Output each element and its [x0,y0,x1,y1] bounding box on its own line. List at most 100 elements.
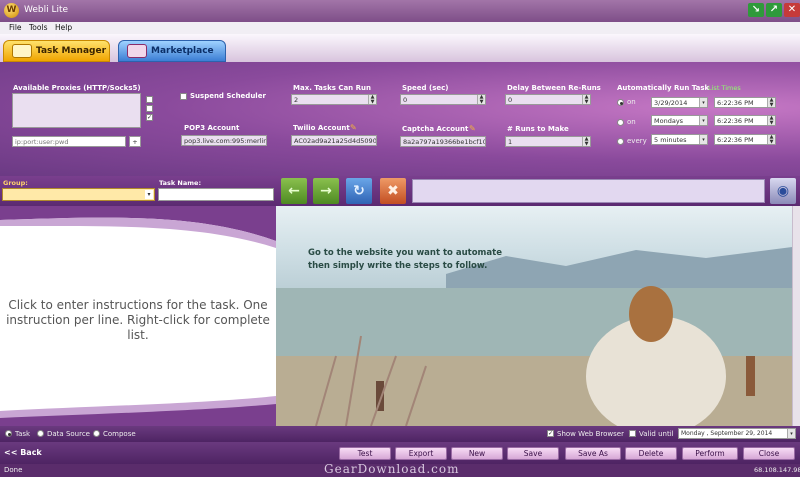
suspend-checkbox[interactable] [180,93,187,100]
valid-until-date[interactable]: Monday , September 29, 2014 ▾ [678,428,796,439]
proxy-checkbox-2[interactable] [146,105,153,112]
runs-value: 1 [508,138,513,146]
suspend-label: Suspend Scheduler [190,92,266,100]
pencil-icon[interactable]: ✎ [469,124,476,133]
stop-icon[interactable]: ✖ [380,178,406,204]
status-bar: Done GearDownload.com 68.108.147.98 [0,462,800,477]
twilio-label: Twilio Account [293,124,350,132]
date-picker[interactable]: 3/29/2014 ▾ [651,97,708,108]
radio-data-source[interactable] [37,430,44,437]
runs-field[interactable]: 1 ▲ ▼ [505,136,591,147]
time-field-1[interactable]: 6:22:36 PM ▲ ▼ [714,97,776,108]
time-value-3: 6:22:36 PM [717,136,754,144]
briefcase-icon [12,44,32,58]
captcha-field[interactable]: 8a2a797a19366be1bcf10f [400,136,486,147]
scrollbar[interactable] [792,206,800,426]
show-browser-checkbox[interactable]: ✓ [547,430,554,437]
time-value-2: 6:22:36 PM [717,117,754,125]
max-tasks-label: Max. Tasks Can Run [293,84,371,92]
chevron-down-icon: ▾ [145,190,153,199]
radio-compose[interactable] [93,430,100,437]
proxy-input[interactable]: ip:port:user:pwd [12,136,126,147]
time-value-1: 6:22:36 PM [717,99,754,107]
group-label: Group: [3,179,28,187]
group-bar: Group: ▾ Task Name: [0,176,276,206]
radio-every[interactable] [617,138,624,145]
app-logo-icon: W [4,3,19,18]
back-arrow-icon[interactable]: ← [281,178,307,204]
task-name-label: Task Name: [159,179,202,187]
url-input[interactable] [412,179,765,203]
new-button[interactable]: New [451,447,503,460]
watermark-text: GearDownload.com [324,462,460,476]
browser-view[interactable]: Go to the website you want to automate t… [276,206,800,426]
time-field-3[interactable]: 6:22:36 PM ▲ ▼ [714,134,776,145]
valid-until-date-value: Monday , September 29, 2014 [681,430,773,437]
radio-compose-label: Compose [103,430,136,438]
back-button[interactable]: << Back [4,448,42,457]
perform-button[interactable]: Perform [682,447,738,460]
delete-button[interactable]: Delete [625,447,677,460]
radio-task[interactable] [5,430,12,437]
max-tasks-field[interactable]: 2 ▲ ▼ [291,94,377,105]
save-button[interactable]: Save [507,447,559,460]
menu-tools[interactable]: Tools [29,23,47,32]
delay-value: 0 [508,96,513,104]
status-text: Done [4,466,23,474]
action-bar: << Back Test Export New Save Save As Del… [0,442,800,464]
minimize-icon[interactable]: ↘ [748,3,764,17]
day-select[interactable]: Mondays ▾ [651,115,708,126]
menu-help[interactable]: Help [55,23,72,32]
date-value: 3/29/2014 [654,99,688,107]
test-button[interactable]: Test [339,447,391,460]
pencil-icon[interactable]: ✎ [350,123,357,132]
tab-marketplace[interactable]: Marketplace [118,40,226,62]
save-as-button[interactable]: Save As [565,447,621,460]
speed-field[interactable]: 0 ▲ ▼ [400,94,486,105]
tab-marketplace-label: Marketplace [151,46,214,56]
captcha-label: Captcha Account [402,125,469,133]
interval-value: 5 minutes [654,136,687,144]
proxy-checkbox-1[interactable] [146,96,153,103]
time-field-2[interactable]: 6:22:36 PM ▲ ▼ [714,115,776,126]
twilio-field[interactable]: AC02ad9a21a25d4d5090e [291,135,377,146]
options-bar: Task Data Source Compose ✓ Show Web Brow… [0,426,800,442]
browser-toolbar: ← → ↻ ✖ ◉ [276,176,800,206]
day-value: Mondays [654,117,684,125]
proxies-list[interactable] [12,93,141,128]
store-icon [127,44,147,58]
instructions-pane[interactable]: Click to enter instructions for the task… [0,206,276,426]
proxy-checkbox-3[interactable]: ✓ [146,114,153,121]
radio-every-label: every [627,137,647,145]
ip-address: 68.108.147.98 [754,466,800,474]
auto-run-label: Automatically Run Task [617,84,710,92]
radio-on-day[interactable] [617,119,624,126]
radio-on-date[interactable] [617,99,624,106]
interval-select[interactable]: 5 minutes ▾ [651,134,708,145]
menu-file[interactable]: File [9,23,22,32]
forward-arrow-icon[interactable]: → [313,178,339,204]
speed-value: 0 [403,96,408,104]
globe-icon[interactable]: ◉ [770,178,796,204]
menu-bar: File Tools Help [0,22,800,34]
runs-label: # Runs to Make [507,125,569,133]
radio-on-date-label: on [627,98,636,106]
close-button[interactable]: Close [743,447,795,460]
list-times-link[interactable]: List Times [708,84,741,92]
tab-task-manager[interactable]: Task Manager [3,40,110,62]
close-icon[interactable]: ✕ [784,3,800,17]
window-title: Webli Lite [24,5,69,15]
refresh-icon[interactable]: ↻ [346,178,372,204]
speed-label: Speed (sec) [402,84,449,92]
task-name-input[interactable] [158,188,274,201]
radio-data-source-label: Data Source [47,430,90,438]
pop3-field[interactable]: pop3.live.com:995:merlin [181,135,267,146]
title-bar: W Webli Lite ↘ ↗ ✕ [0,0,800,22]
promo-text: Go to the website you want to automate t… [308,248,502,271]
valid-until-checkbox[interactable] [629,430,636,437]
delay-field[interactable]: 0 ▲ ▼ [505,94,591,105]
maximize-icon[interactable]: ↗ [766,3,782,17]
group-select[interactable]: ▾ [2,188,155,201]
export-button[interactable]: Export [395,447,447,460]
add-proxy-button[interactable]: + [129,136,141,147]
